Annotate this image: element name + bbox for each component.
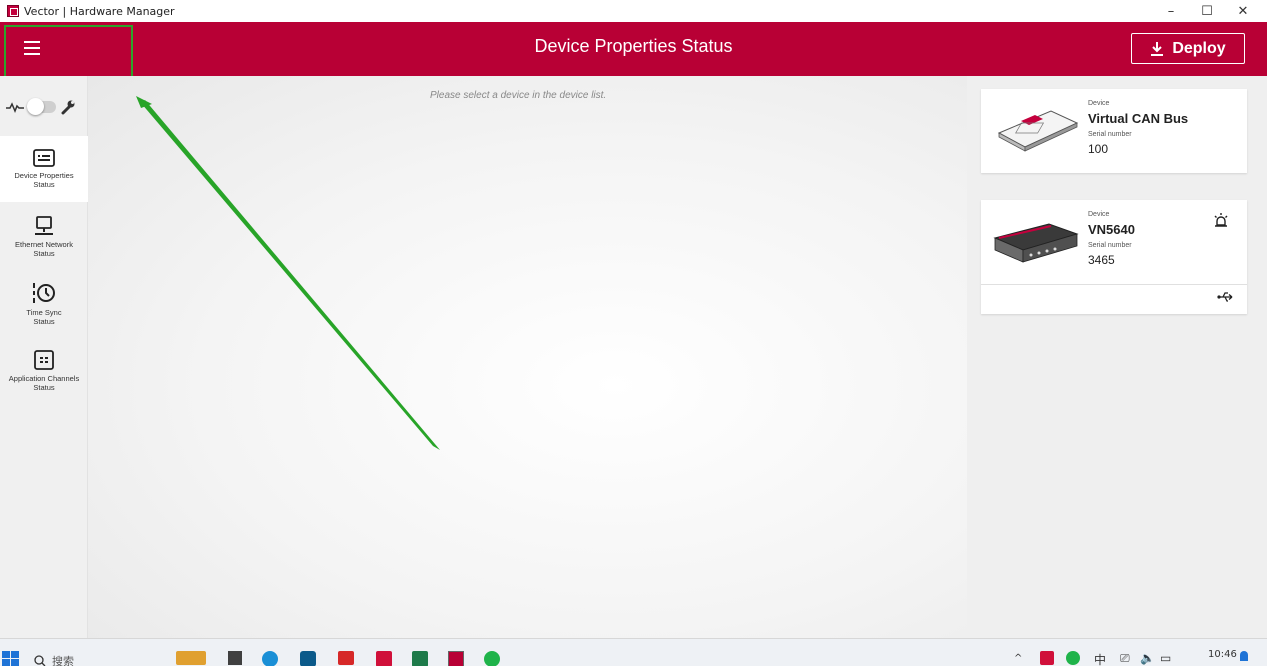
application-channels-icon <box>34 350 54 370</box>
sidebar-item-label: Device Properties <box>14 171 74 180</box>
sidebar-item-label: Status <box>33 383 55 392</box>
tray-youdao-icon[interactable] <box>1040 651 1054 665</box>
maximize-button[interactable]: ☐ <box>1189 0 1225 22</box>
device-label: Device <box>1088 100 1110 107</box>
device-card-virtual-can-bus[interactable]: Device Virtual CAN Bus Serial number 100 <box>981 89 1247 173</box>
wps-office-icon[interactable] <box>338 651 354 665</box>
clock-time[interactable]: 10:46 <box>1208 649 1237 660</box>
taskbar-search[interactable]: 搜索 <box>34 651 154 666</box>
sidebar-item-label: Status <box>33 180 55 189</box>
vector-app-icon <box>7 5 19 17</box>
wechat-icon[interactable] <box>484 651 500 666</box>
youdao-icon[interactable] <box>376 651 392 666</box>
alarm-siren-icon[interactable] <box>1213 212 1229 228</box>
virtual-can-bus-device-image <box>997 110 1079 152</box>
vector-hardware-manager-taskbar-icon[interactable] <box>448 651 464 666</box>
device-name: Virtual CAN Bus <box>1088 111 1189 126</box>
serial-number-label: Serial number <box>1088 131 1132 138</box>
page-title: Device Properties Status <box>534 36 733 56</box>
ethernet-network-icon <box>35 216 53 235</box>
sidebar-item-label: Time Sync <box>26 308 62 317</box>
activity-pulse-icon <box>6 102 24 113</box>
notification-bell-icon[interactable] <box>1240 651 1248 661</box>
network-icon[interactable]: ⎚ <box>1120 651 1130 666</box>
device-label: Device <box>1088 211 1110 218</box>
ime-indicator[interactable]: 中 <box>1094 651 1106 666</box>
tray-overflow-chevron-icon[interactable]: ^ <box>1014 653 1022 664</box>
window-title-bar: Vector | Hardware Manager – ☐ ✕ <box>0 0 1267 22</box>
device-properties-icon <box>33 149 55 167</box>
sidebar-item-device-properties-status[interactable]: Device Properties Status <box>0 136 88 202</box>
taskbar-app-icon[interactable] <box>412 651 428 666</box>
battery-icon[interactable]: ▭ <box>1160 651 1171 665</box>
taskbar-app-icon[interactable] <box>300 651 316 666</box>
main-content-area: Please select a device in the device lis… <box>88 76 967 638</box>
app-header: Device Properties Status Deploy <box>0 22 1267 76</box>
sidebar: Device Properties Status Ethernet Networ… <box>0 76 88 638</box>
sidebar-item-application-channels-status[interactable]: Application Channels Status <box>0 338 88 404</box>
windows-taskbar: 搜索 ^ 中 ⎚ 🔈 ▭ 10:46 <box>0 638 1267 666</box>
edge-browser-icon[interactable] <box>262 651 278 666</box>
sidebar-item-label: Status <box>33 317 55 326</box>
time-sync-icon <box>33 283 55 303</box>
sidebar-item-ethernet-network-status[interactable]: Ethernet Network Status <box>0 204 88 270</box>
device-list-panel: Device Virtual CAN Bus Serial number 100… <box>967 76 1267 638</box>
empty-selection-message: Please select a device in the device lis… <box>430 90 607 101</box>
window-title: Vector | Hardware Manager <box>24 4 175 18</box>
wrench-icon <box>61 100 75 115</box>
sidebar-item-label: Status <box>33 249 55 258</box>
close-button[interactable]: ✕ <box>1225 0 1261 22</box>
deploy-label: Deploy <box>1172 39 1226 57</box>
mode-toggle-switch[interactable] <box>27 98 56 115</box>
minimize-button[interactable]: – <box>1153 0 1189 22</box>
sidebar-item-label: Ethernet Network <box>15 240 73 249</box>
vn5640-device-image <box>993 223 1079 263</box>
volume-icon[interactable]: 🔈 <box>1140 651 1155 665</box>
search-placeholder: 搜索 <box>52 655 74 666</box>
usb-icon <box>1217 292 1233 302</box>
tray-wechat-icon[interactable] <box>1066 651 1080 665</box>
mode-switch-row <box>6 98 84 116</box>
sidebar-item-time-sync-status[interactable]: Time Sync Status <box>0 271 88 337</box>
device-name: VN5640 <box>1088 222 1135 237</box>
serial-number-label: Serial number <box>1088 242 1132 249</box>
search-icon <box>34 655 46 666</box>
download-icon <box>1151 41 1164 56</box>
task-view-icon[interactable] <box>228 651 242 665</box>
device-card-vn5640[interactable]: Device VN5640 Serial number 3465 <box>981 200 1247 314</box>
taskbar-app-icon[interactable] <box>176 651 206 665</box>
deploy-button[interactable]: Deploy <box>1131 33 1245 64</box>
windows-start-icon[interactable] <box>2 651 20 666</box>
sidebar-item-label: Application Channels <box>8 374 80 383</box>
serial-number-value: 3465 <box>1088 253 1115 267</box>
serial-number-value: 100 <box>1088 142 1109 156</box>
